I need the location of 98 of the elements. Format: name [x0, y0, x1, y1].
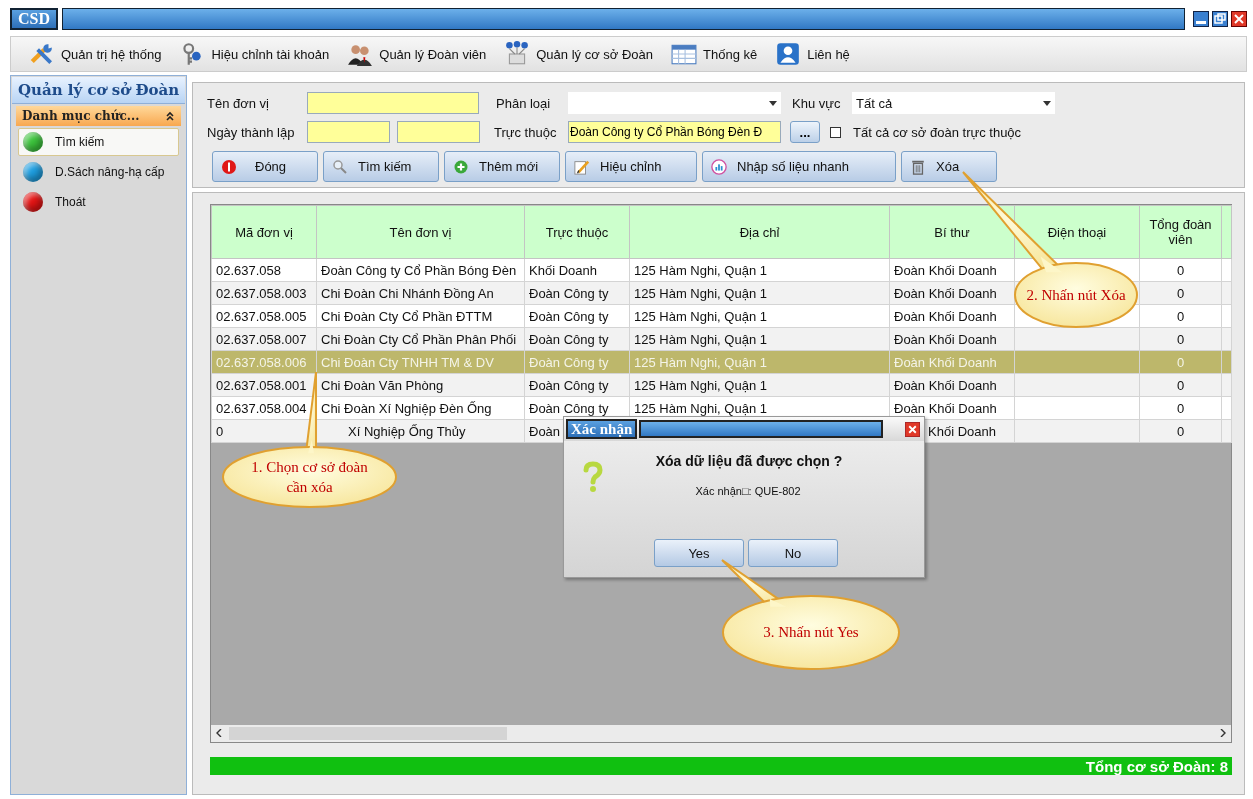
table-cell: 125 Hàm Nghi, Quận 1 — [629, 281, 890, 305]
dropdown-field[interactable]: Tất cả — [852, 92, 1055, 114]
table-cell: 02.637.058.005 — [211, 304, 317, 328]
toolbar-button[interactable]: Quản lý cơ sở Đoàn — [504, 41, 653, 67]
section-header[interactable]: Danh mục chức... — [16, 106, 181, 126]
table-cell: 125 Hàm Nghi, Quận 1 — [629, 304, 890, 328]
plus-icon — [453, 158, 469, 175]
action-button[interactable]: Xóa — [901, 151, 997, 182]
wrench-screwdriver-icon — [29, 41, 55, 67]
browse-button[interactable]: ... — [790, 121, 820, 143]
table-cell: Chi Đoàn Cty Cổ Phần Phân Phối — [316, 327, 525, 351]
table-cell: 125 Hàm Nghi, Quận 1 — [629, 327, 890, 351]
action-button[interactable]: Thêm mới — [444, 151, 560, 182]
dialog-button[interactable]: Yes — [654, 539, 744, 567]
field-label: Phân loại — [496, 95, 552, 111]
table-cell: Chi Đoàn Xí Nghiệp Đèn Ống — [316, 396, 525, 420]
app-title: CSD — [10, 8, 58, 30]
table-row[interactable]: 02.637.058.007 Chi Đoàn Cty Cổ Phần Phân Phối Đoàn Công ty 125 Hàm Nghi, Quận 1 Đoàn Khối Doanh 0 — [211, 327, 1232, 351]
column-header[interactable]: Trực thuộc — [524, 205, 630, 259]
callout-text: 1. Chọn cơ sở đoàn cần xóa — [250, 457, 369, 497]
sidebar-item[interactable]: Tìm kiếm — [18, 128, 179, 156]
table-cell: 02.637.058.003 — [211, 281, 317, 305]
table-cell: Đoàn Khối Doanh — [889, 350, 1015, 374]
action-button[interactable]: Hiệu chỉnh — [565, 151, 697, 182]
action-button[interactable]: Tìm kiếm — [323, 151, 439, 182]
column-header[interactable]: Bí thư — [889, 205, 1015, 259]
table-cell: 125 Hàm Nghi, Quận 1 — [629, 258, 890, 282]
stop-icon — [221, 158, 237, 175]
checkbox-label: Tất cả cơ sở đoàn trực thuộc — [853, 124, 1022, 140]
dialog-title: Xác nhận — [566, 419, 638, 439]
callout-text: 3. Nhấn nút Yes — [763, 623, 859, 643]
question-mark-icon — [582, 461, 604, 493]
input-field[interactable]: Đoàn Công ty Cổ Phần Bóng Đèn Đ — [568, 121, 781, 143]
table-cell: Chi Đoàn Cty TNHH TM & DV — [316, 350, 525, 374]
restore-icon[interactable] — [1212, 11, 1228, 27]
search-icon — [332, 158, 348, 175]
close-icon[interactable] — [905, 421, 920, 437]
action-button[interactable]: Đóng — [212, 151, 318, 182]
toolbar-button[interactable]: Liên hệ — [775, 41, 850, 67]
field-label: Tên đơn vị — [207, 95, 270, 111]
dialog-button[interactable]: No — [748, 539, 838, 567]
toolbar-button[interactable]: Quản lý Đoàn viên — [347, 41, 487, 67]
table-cell: Đoàn Khối Doanh — [889, 258, 1015, 282]
minimize-icon[interactable] — [1193, 11, 1209, 27]
close-icon[interactable] — [1231, 11, 1247, 27]
column-header[interactable]: Mã đơn vị — [211, 205, 317, 259]
scroll-right-icon[interactable] — [1219, 729, 1227, 737]
table-cell: Chi Đoàn Chi Nhánh Đồng An — [316, 281, 525, 305]
scroll-left-icon[interactable] — [215, 729, 223, 737]
table-cell: Đoàn Công ty Cổ Phần Bóng Đèn — [316, 258, 525, 282]
sidebar-item[interactable]: Thoát — [18, 188, 179, 216]
collapse-icon[interactable] — [165, 111, 175, 121]
table-cell: Đoàn Khối Doanh — [889, 373, 1015, 397]
toolbar-button[interactable]: Hiệu chỉnh tài khoản — [179, 41, 330, 67]
field-label: Khu vực — [792, 95, 842, 111]
table-cell: Đoàn Khối Doanh — [889, 304, 1015, 328]
toolbar-button[interactable]: Thống kê — [671, 41, 758, 67]
field-label: Trực thuộc — [494, 124, 558, 140]
dropdown-field[interactable] — [568, 92, 781, 114]
network-icon — [504, 41, 531, 67]
toolbar-button[interactable]: Quản trị hệ thống — [29, 41, 162, 67]
table-cell: Đoàn Khối Doanh — [889, 327, 1015, 351]
column-header[interactable]: Tên đơn vị — [316, 205, 525, 259]
field-label: Ngày thành lập — [207, 124, 296, 140]
column-header[interactable]: Tổng đoàn viên — [1139, 205, 1222, 259]
section-title: Danh mục chức... — [22, 109, 140, 123]
dropdown-arrow-icon — [1043, 100, 1051, 106]
pencil-paper-icon — [574, 158, 590, 175]
total-count: Tổng cơ sở Đoàn: 8 — [1085, 757, 1228, 775]
table-row[interactable]: 02.637.058.004 Chi Đoàn Xí Nghiệp Đèn Ống Đoàn Công ty 125 Hàm Nghi, Quận 1 Đoàn Khối Doanh 0 — [211, 396, 1232, 420]
table-cell: Đoàn Khối Doanh — [889, 281, 1015, 305]
dialog-message: Xóa dữ liệu đã được chọn ? — [654, 453, 844, 469]
sidebar-item[interactable]: D.Sách nâng-hạ cấp — [18, 158, 179, 186]
trash-icon — [910, 158, 926, 175]
date-field[interactable] — [397, 121, 480, 143]
table-cell: 02.637.058 — [211, 258, 317, 282]
horizontal-scrollbar[interactable] — [211, 725, 1231, 742]
table-row[interactable]: 02.637.058.001 Chi Đoàn Văn Phòng Đoàn Công ty 125 Hàm Nghi, Quận 1 Đoàn Khối Doanh 0 — [211, 373, 1232, 397]
table-cell: 02.637.058.006 — [211, 350, 317, 374]
action-button[interactable]: Nhập số liệu nhanh — [702, 151, 896, 182]
callout-text: 2. Nhấn nút Xóa — [1026, 285, 1126, 305]
column-header[interactable]: Điện thoại — [1014, 205, 1140, 259]
table-cell: 02.637.058.007 — [211, 327, 317, 351]
column-header[interactable]: Địa chỉ — [629, 205, 890, 259]
table-cell: Xí Nghiệp Ống Thủy — [316, 419, 525, 443]
chart-circle-icon — [711, 158, 727, 175]
date-field[interactable] — [307, 121, 390, 143]
table-cell: 125 Hàm Nghi, Quận 1 — [629, 350, 890, 374]
table-cell: Chi Đoàn Cty Cổ Phần ĐTTM — [316, 304, 525, 328]
checkbox[interactable] — [830, 126, 841, 138]
contact-card-icon — [775, 41, 802, 67]
table-cell: 125 Hàm Nghi, Quận 1 — [629, 373, 890, 397]
input-field[interactable] — [307, 92, 479, 114]
dropdown-arrow-icon — [769, 100, 777, 106]
table-row[interactable]: 02.637.058 Đoàn Công ty Cổ Phần Bóng Đèn Khối Doanh 125 Hàm Nghi, Quận 1 Đoàn Khối Doanh 0 — [211, 258, 1232, 282]
table-cell: Chi Đoàn Văn Phòng — [316, 373, 525, 397]
sidebar-title: Quản lý cơ sở Đoàn — [12, 77, 185, 104]
dialog-code: Xác nhận□: QUE-802 — [694, 485, 802, 497]
